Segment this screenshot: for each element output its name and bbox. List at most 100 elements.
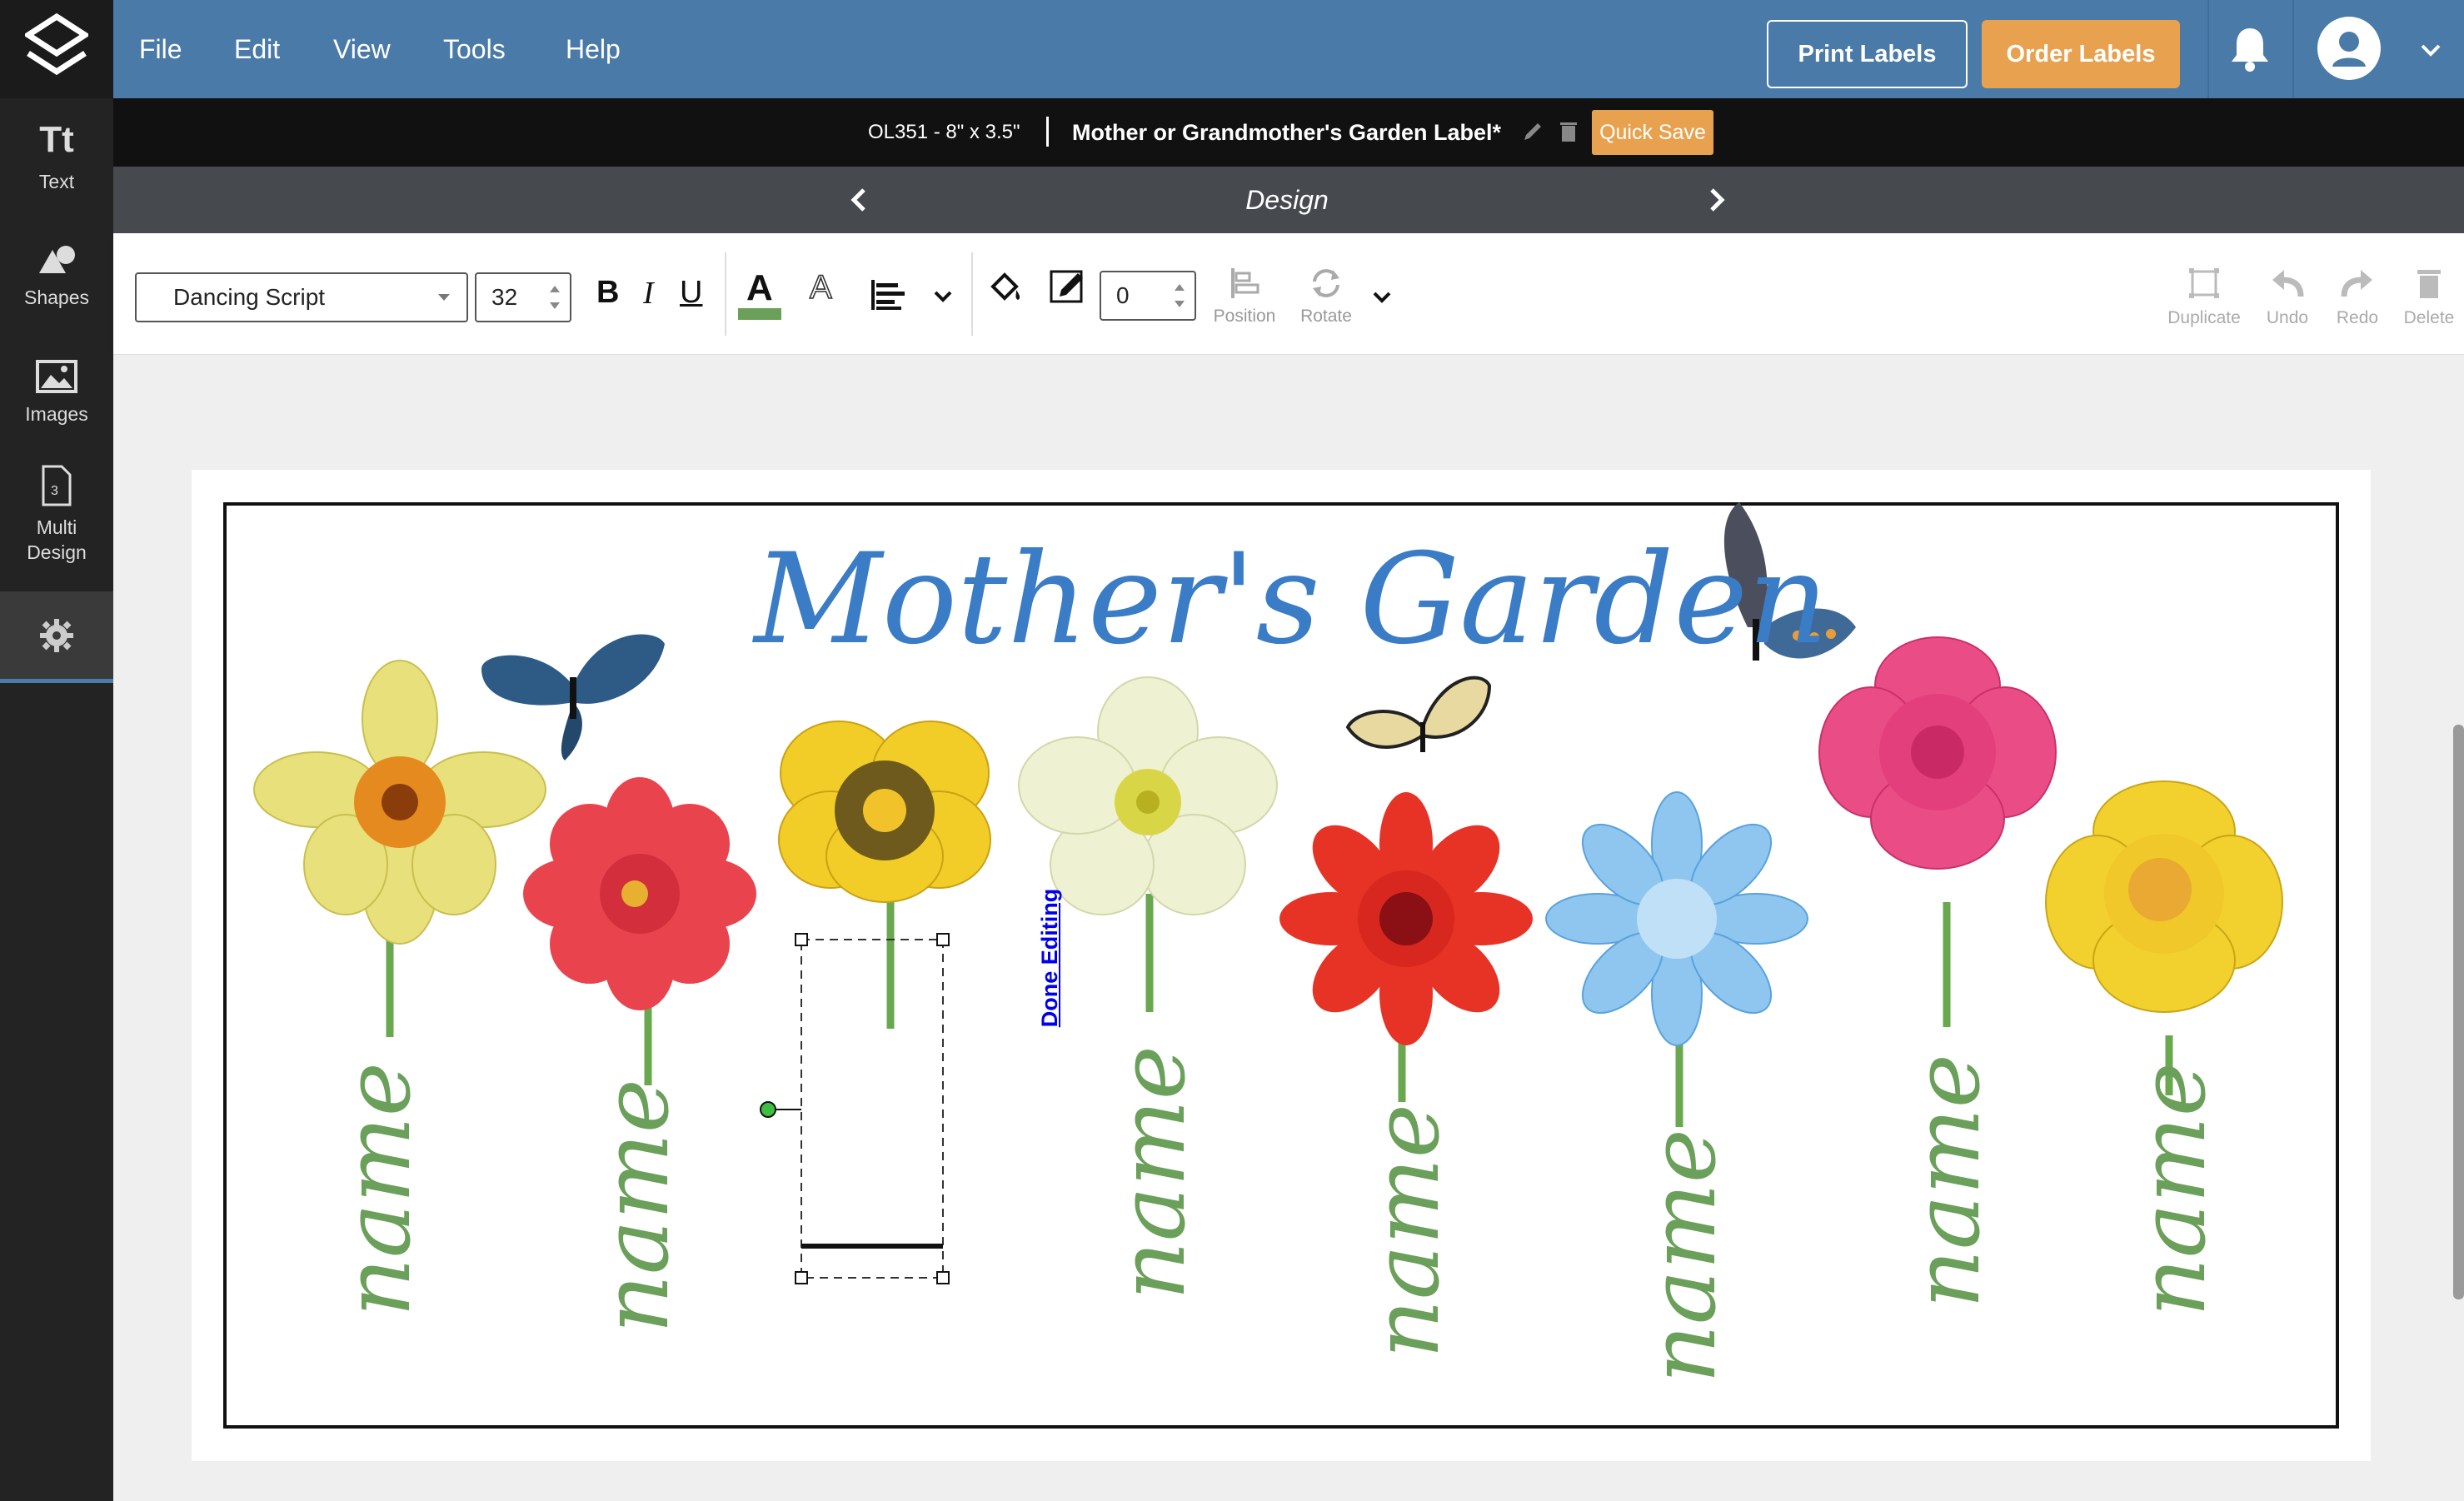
text-color-icon: A (738, 267, 781, 320)
italic-button[interactable]: I (643, 275, 654, 312)
menu-tools[interactable]: Tools (443, 0, 506, 98)
redo-button[interactable]: Redo (2327, 265, 2387, 333)
svg-text:A: A (810, 269, 832, 306)
sidebar-item-settings[interactable] (0, 591, 113, 683)
position-label: Position (1213, 307, 1276, 326)
trash-icon (2417, 270, 2441, 298)
outline-text-icon: A (809, 268, 833, 307)
rename-button[interactable] (1521, 120, 1544, 143)
stroke-color-button[interactable] (1048, 268, 1090, 310)
chevron-down-icon (1373, 292, 1391, 303)
logo-icon (25, 13, 88, 76)
menu-edit[interactable]: Edit (234, 0, 280, 98)
chevron-right-icon (1710, 188, 1725, 212)
blue-dahlia-flower (1545, 791, 1808, 1046)
name-text-4[interactable]: name (1353, 1090, 1459, 1373)
text-color-button[interactable]: A (735, 267, 785, 322)
duplicate-icon (2189, 268, 2219, 298)
daffodil-flower (253, 660, 546, 945)
fill-color-button[interactable] (985, 268, 1026, 310)
position-button[interactable]: Position (1205, 265, 1284, 332)
menu-help[interactable]: Help (566, 0, 621, 98)
previous-page-button[interactable] (841, 182, 878, 218)
redo-icon (2341, 270, 2372, 297)
text-icon: Tt (39, 119, 74, 160)
align-left-icon (871, 280, 905, 310)
document-name[interactable]: Mother or Grandmother's Garden Label* (1072, 98, 1501, 167)
account-menu-toggle[interactable] (2416, 35, 2446, 65)
sidebar-item-images[interactable]: Images (0, 335, 113, 451)
delete-button[interactable]: Delete (2394, 265, 2464, 333)
delete-document-button[interactable] (1558, 118, 1579, 143)
dropdown-arrow-icon (438, 294, 450, 301)
align-dropdown[interactable] (930, 283, 956, 310)
rotate-icon (1313, 269, 1339, 297)
redo-label: Redo (2336, 308, 2379, 327)
multi-design-icon: 3 (42, 465, 72, 506)
position-icon (1231, 268, 1259, 298)
name-text-6[interactable]: name (1893, 1040, 2000, 1323)
sidebar-item-shapes[interactable]: Shapes (0, 218, 113, 335)
font-family-select[interactable]: Dancing Script (135, 272, 468, 322)
text-outline-button[interactable]: A (805, 267, 841, 308)
order-labels-button[interactable]: Order Labels (1982, 20, 2180, 88)
bold-button[interactable]: B (596, 275, 619, 311)
stepper-arrows-icon[interactable] (546, 281, 563, 314)
duplicate-button[interactable]: Duplicate (2157, 265, 2251, 333)
stroke-width-stepper[interactable]: 0 (1100, 271, 1196, 321)
underline-button[interactable]: U (680, 275, 702, 311)
name-text-3[interactable]: name (1099, 1031, 1205, 1314)
gear-icon (40, 618, 73, 652)
sidebar-item-label: Multi Design (27, 516, 87, 563)
next-page-button[interactable] (1698, 182, 1734, 218)
undo-button[interactable]: Undo (2257, 265, 2317, 333)
align-button[interactable] (866, 275, 908, 317)
quick-save-button[interactable]: Quick Save (1592, 110, 1713, 155)
yellow-rose-flower (2045, 780, 2283, 1013)
duplicate-label: Duplicate (2167, 308, 2241, 327)
red-dahlia-flower (523, 777, 756, 1010)
design-label: Design (1245, 185, 1329, 215)
toolbar-divider (725, 252, 726, 336)
done-editing-link[interactable]: Done Editing (1033, 833, 1066, 1083)
sidebar-item-multi-design[interactable]: 3 Multi Design (0, 456, 113, 573)
chevron-down-icon (934, 291, 952, 302)
menu-view[interactable]: View (333, 0, 391, 98)
vertical-scrollbar[interactable] (2453, 725, 2464, 1299)
name-text-5[interactable]: name (1629, 1115, 1736, 1398)
swallowtail-butterfly (1345, 676, 1492, 752)
pen-icon (1050, 270, 1083, 303)
name-text-1[interactable]: name (324, 1048, 431, 1331)
undo-label: Undo (2266, 308, 2309, 327)
label-size: OL351 - 8" x 3.5" (868, 121, 1020, 143)
print-labels-button[interactable]: Print Labels (1767, 20, 1968, 88)
red-gerbera-flower (1279, 792, 1533, 1045)
sidebar-item-label: Shapes (23, 287, 89, 308)
paint-bucket-icon (990, 272, 1020, 301)
font-size-stepper[interactable]: 32 (475, 272, 571, 322)
sidebar-item-label: Text (38, 171, 75, 192)
label-title[interactable]: Mother's Garden (583, 516, 1999, 683)
name-text-7[interactable]: name (2119, 1048, 2226, 1331)
stepper-arrows-icon[interactable] (1171, 279, 1188, 312)
sidebar-item-text[interactable]: Tt Text (0, 98, 113, 215)
user-avatar[interactable] (2316, 15, 2382, 82)
divider (2207, 0, 2209, 98)
bell-icon (2232, 28, 2268, 72)
chevron-left-icon (850, 188, 865, 212)
title-divider (1046, 117, 1049, 147)
rotate-button[interactable]: Rotate (1293, 265, 1359, 332)
name-text-2[interactable]: name (582, 1065, 689, 1348)
more-options-dropdown[interactable] (1369, 285, 1394, 310)
notifications-button[interactable] (2224, 23, 2276, 75)
svg-text:A: A (746, 267, 773, 308)
app-logo[interactable] (0, 0, 113, 98)
selection-box[interactable] (750, 925, 966, 1299)
images-icon (36, 360, 77, 393)
toolbar-divider (971, 252, 973, 336)
pencil-icon (1524, 123, 1541, 140)
undo-icon (2272, 270, 2304, 297)
menu-file[interactable]: File (139, 0, 182, 98)
font-size-value: 32 (491, 284, 518, 310)
svg-text:3: 3 (51, 484, 58, 498)
